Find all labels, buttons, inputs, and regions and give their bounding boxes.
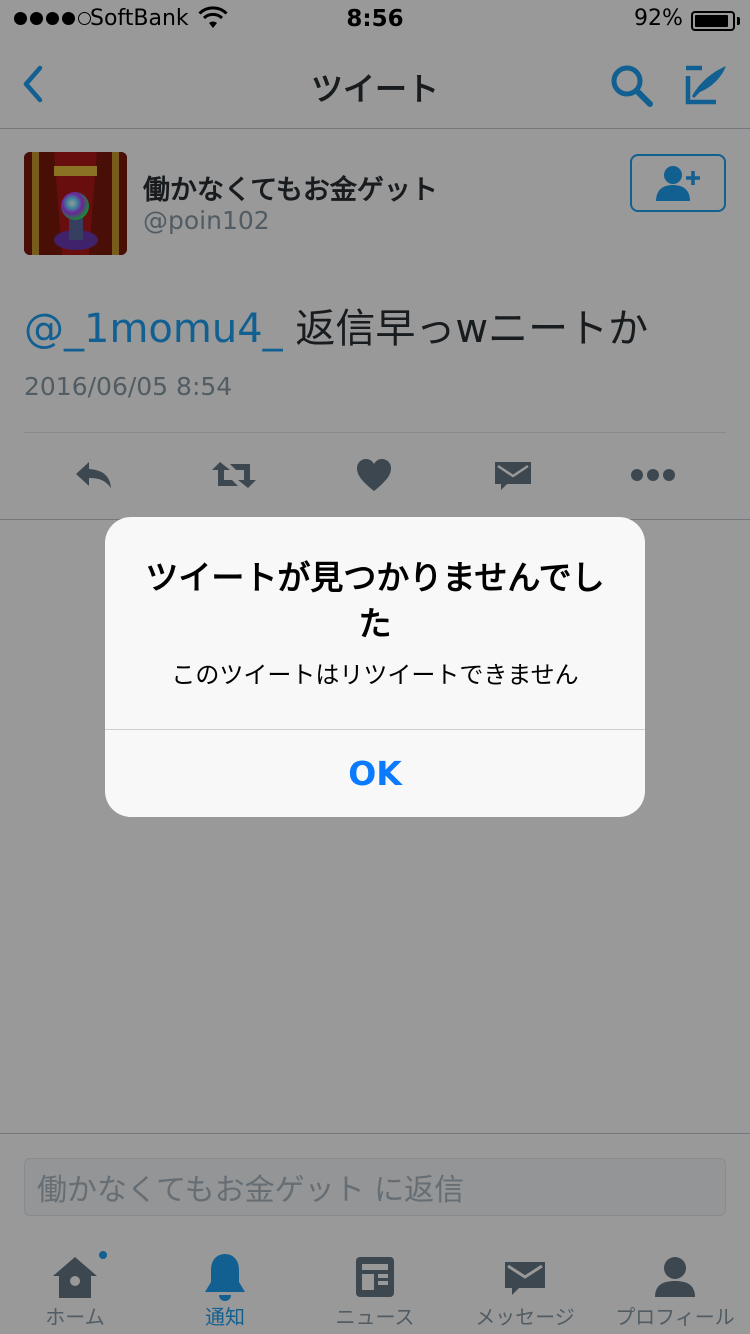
ok-button[interactable]: OK [105, 730, 645, 817]
alert-message: このツイートはリツイートできません [171, 661, 579, 689]
alert-title: ツイートが見つかりませんでした [145, 558, 605, 643]
alert-dialog: ツイートが見つかりませんでした このツイートはリツイートできません OK [105, 517, 645, 817]
